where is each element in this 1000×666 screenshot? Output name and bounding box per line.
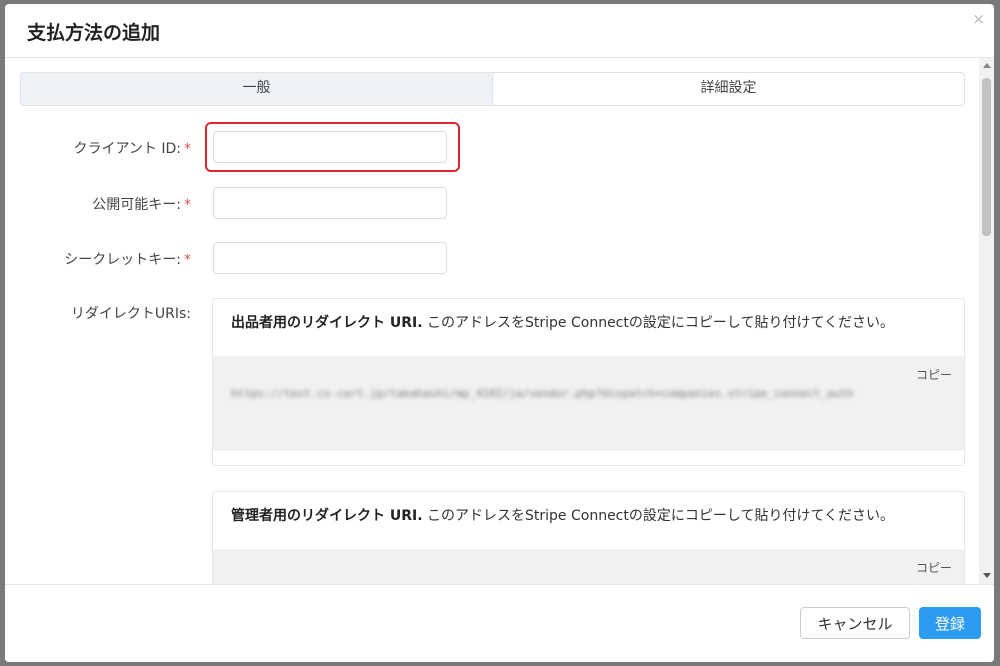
copy-button[interactable]: コピー [916, 366, 952, 383]
required-mark: * [184, 252, 191, 268]
scrollbar[interactable] [979, 58, 994, 584]
dialog-header: 支払方法の追加 × [5, 4, 994, 58]
vendor-redirect-url: https://test.cs-cart.jp/takahashi/mp_410… [231, 387, 854, 400]
vendor-redirect-card: 出品者用のリダイレクト URI. このアドレスをStripe Connectの設… [212, 298, 965, 466]
tab-bar: 一般 詳細設定 [20, 72, 965, 106]
admin-redirect-url-box: コピー [213, 549, 964, 584]
add-payment-method-dialog: 支払方法の追加 × 一般 詳細設定 クライアント ID: * 公開可能キー: * シ… [5, 4, 994, 662]
vendor-redirect-title: 出品者用のリダイレクト URI. [231, 315, 423, 331]
scrollbar-thumb[interactable] [982, 78, 991, 236]
tab-advanced-settings[interactable]: 詳細設定 [492, 73, 964, 105]
dialog-title: 支払方法の追加 [27, 22, 161, 44]
secret-key-label: シークレットキー: * [64, 252, 191, 268]
required-mark: * [184, 141, 191, 157]
dialog-body: 一般 詳細設定 クライアント ID: * 公開可能キー: * シークレットキー: * … [5, 58, 994, 584]
admin-redirect-description: 管理者用のリダイレクト URI. このアドレスをStripe Connectの設… [231, 508, 895, 524]
secret-key-input[interactable] [213, 242, 447, 274]
publishable-key-label: 公開可能キー: * [92, 197, 191, 213]
highlight-box [205, 122, 460, 172]
scroll-up-icon[interactable] [983, 63, 991, 68]
cancel-button[interactable]: キャンセル [800, 607, 910, 639]
close-icon[interactable]: × [972, 10, 985, 28]
vendor-redirect-url-box: コピー https://test.cs-cart.jp/takahashi/mp… [213, 356, 964, 451]
scroll-down-icon[interactable] [983, 573, 991, 578]
redirect-uris-label: リダイレクトURIs: [70, 306, 191, 322]
copy-button[interactable]: コピー [916, 559, 952, 576]
save-button[interactable]: 登録 [919, 607, 981, 639]
tab-general[interactable]: 一般 [21, 73, 492, 105]
publishable-key-input[interactable] [213, 187, 447, 219]
required-mark: * [184, 197, 191, 213]
admin-redirect-card: 管理者用のリダイレクト URI. このアドレスをStripe Connectの設… [212, 491, 965, 584]
dialog-footer: キャンセル 登録 [5, 584, 994, 662]
client-id-label: クライアント ID: * [73, 141, 191, 157]
vendor-redirect-description: 出品者用のリダイレクト URI. このアドレスをStripe Connectの設… [231, 315, 895, 331]
admin-redirect-title: 管理者用のリダイレクト URI. [231, 508, 423, 524]
